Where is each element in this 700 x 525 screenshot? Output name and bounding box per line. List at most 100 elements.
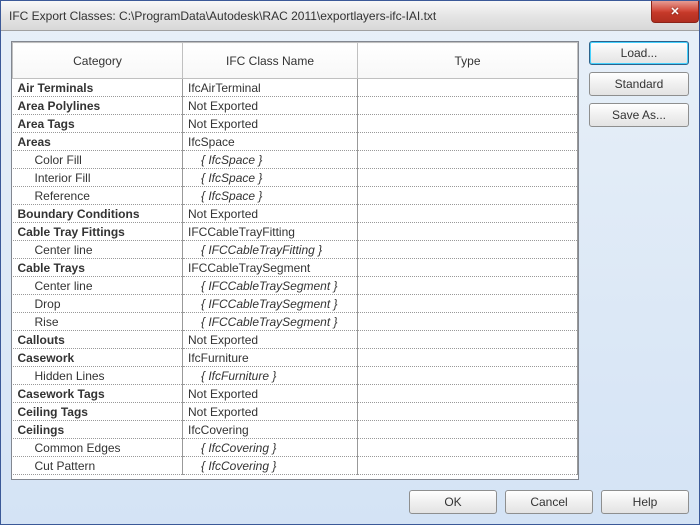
cell-ifcclass[interactable]: Not Exported: [183, 97, 358, 115]
load-button[interactable]: Load...: [589, 41, 689, 65]
cell-category[interactable]: Interior Fill: [13, 169, 183, 187]
cell-type[interactable]: [358, 259, 578, 277]
cell-ifcclass[interactable]: { IFCCableTraySegment }: [183, 313, 358, 331]
cell-ifcclass[interactable]: Not Exported: [183, 403, 358, 421]
cell-category[interactable]: Center line: [13, 241, 183, 259]
cell-type[interactable]: [358, 151, 578, 169]
table-row[interactable]: Color Fill{ IfcSpace }: [13, 151, 578, 169]
table-row[interactable]: Area PolylinesNot Exported: [13, 97, 578, 115]
close-button[interactable]: ✕: [651, 1, 699, 23]
cancel-button[interactable]: Cancel: [505, 490, 593, 514]
table-row[interactable]: Center line{ IFCCableTraySegment }: [13, 277, 578, 295]
cell-type[interactable]: [358, 439, 578, 457]
cell-type[interactable]: [358, 385, 578, 403]
cell-type[interactable]: [358, 205, 578, 223]
standard-button[interactable]: Standard: [589, 72, 689, 96]
table-row[interactable]: Interior Fill{ IfcSpace }: [13, 169, 578, 187]
cell-ifcclass[interactable]: { IfcSpace }: [183, 169, 358, 187]
cell-category[interactable]: Reference: [13, 187, 183, 205]
cell-category[interactable]: Ceilings: [13, 421, 183, 439]
cell-category[interactable]: Areas: [13, 133, 183, 151]
table-row[interactable]: Center line{ IFCCableTrayFitting }: [13, 241, 578, 259]
ok-button[interactable]: OK: [409, 490, 497, 514]
cell-ifcclass[interactable]: IFCCableTrayFitting: [183, 223, 358, 241]
cell-category[interactable]: Casework Tags: [13, 385, 183, 403]
cell-category[interactable]: Ceiling Tags: [13, 403, 183, 421]
cell-category[interactable]: Air Terminals: [13, 79, 183, 97]
cell-ifcclass[interactable]: IfcCovering: [183, 421, 358, 439]
table-scroll[interactable]: Category IFC Class Name Type Air Termina…: [12, 42, 578, 479]
cell-type[interactable]: [358, 457, 578, 475]
cell-ifcclass[interactable]: { IfcSpace }: [183, 187, 358, 205]
cell-category[interactable]: Callouts: [13, 331, 183, 349]
cell-category[interactable]: Area Polylines: [13, 97, 183, 115]
col-header-category[interactable]: Category: [13, 43, 183, 79]
cell-ifcclass[interactable]: Not Exported: [183, 205, 358, 223]
cell-type[interactable]: [358, 331, 578, 349]
table-row[interactable]: CeilingsIfcCovering: [13, 421, 578, 439]
cell-category[interactable]: Cable Trays: [13, 259, 183, 277]
cell-category[interactable]: Rise: [13, 313, 183, 331]
cell-ifcclass[interactable]: IfcFurniture: [183, 349, 358, 367]
cell-ifcclass[interactable]: { IFCCableTraySegment }: [183, 277, 358, 295]
cell-type[interactable]: [358, 403, 578, 421]
cell-type[interactable]: [358, 313, 578, 331]
table-row[interactable]: Drop{ IFCCableTraySegment }: [13, 295, 578, 313]
cell-category[interactable]: Casework: [13, 349, 183, 367]
cell-type[interactable]: [358, 79, 578, 97]
cell-ifcclass[interactable]: { IfcCovering }: [183, 439, 358, 457]
cell-type[interactable]: [358, 421, 578, 439]
table-row[interactable]: Ceiling TagsNot Exported: [13, 403, 578, 421]
cell-type[interactable]: [358, 349, 578, 367]
table-row[interactable]: AreasIfcSpace: [13, 133, 578, 151]
cell-type[interactable]: [358, 223, 578, 241]
table-row[interactable]: CaseworkIfcFurniture: [13, 349, 578, 367]
cell-type[interactable]: [358, 295, 578, 313]
cell-type[interactable]: [358, 241, 578, 259]
cell-ifcclass[interactable]: { IfcFurniture }: [183, 367, 358, 385]
cell-category[interactable]: Cut Pattern: [13, 457, 183, 475]
table-row[interactable]: Rise{ IFCCableTraySegment }: [13, 313, 578, 331]
cell-ifcclass[interactable]: { IfcSpace }: [183, 151, 358, 169]
table-row[interactable]: Casework TagsNot Exported: [13, 385, 578, 403]
cell-category[interactable]: Center line: [13, 277, 183, 295]
cell-ifcclass[interactable]: Not Exported: [183, 385, 358, 403]
cell-ifcclass[interactable]: Not Exported: [183, 331, 358, 349]
cell-category[interactable]: Drop: [13, 295, 183, 313]
titlebar[interactable]: IFC Export Classes: C:\ProgramData\Autod…: [1, 1, 699, 31]
cell-ifcclass[interactable]: IFCCableTraySegment: [183, 259, 358, 277]
table-row[interactable]: Air TerminalsIfcAirTerminal: [13, 79, 578, 97]
cell-category[interactable]: Common Edges: [13, 439, 183, 457]
cell-category[interactable]: Boundary Conditions: [13, 205, 183, 223]
cell-type[interactable]: [358, 367, 578, 385]
table-row[interactable]: Cable TraysIFCCableTraySegment: [13, 259, 578, 277]
cell-category[interactable]: Area Tags: [13, 115, 183, 133]
table-row[interactable]: Area TagsNot Exported: [13, 115, 578, 133]
table-row[interactable]: Hidden Lines{ IfcFurniture }: [13, 367, 578, 385]
table-row[interactable]: Common Edges{ IfcCovering }: [13, 439, 578, 457]
col-header-ifcclass[interactable]: IFC Class Name: [183, 43, 358, 79]
cell-category[interactable]: Color Fill: [13, 151, 183, 169]
cell-ifcclass[interactable]: IfcSpace: [183, 133, 358, 151]
table-row[interactable]: CalloutsNot Exported: [13, 331, 578, 349]
cell-category[interactable]: Cable Tray Fittings: [13, 223, 183, 241]
saveas-button[interactable]: Save As...: [589, 103, 689, 127]
cell-type[interactable]: [358, 187, 578, 205]
table-row[interactable]: Boundary ConditionsNot Exported: [13, 205, 578, 223]
col-header-type[interactable]: Type: [358, 43, 578, 79]
table-row[interactable]: Cable Tray FittingsIFCCableTrayFitting: [13, 223, 578, 241]
cell-ifcclass[interactable]: { IfcCovering }: [183, 457, 358, 475]
cell-type[interactable]: [358, 115, 578, 133]
help-button[interactable]: Help: [601, 490, 689, 514]
table-row[interactable]: Reference{ IfcSpace }: [13, 187, 578, 205]
table-row[interactable]: Cut Pattern{ IfcCovering }: [13, 457, 578, 475]
cell-ifcclass[interactable]: Not Exported: [183, 115, 358, 133]
cell-ifcclass[interactable]: IfcAirTerminal: [183, 79, 358, 97]
cell-ifcclass[interactable]: { IFCCableTrayFitting }: [183, 241, 358, 259]
cell-type[interactable]: [358, 97, 578, 115]
cell-type[interactable]: [358, 277, 578, 295]
cell-ifcclass[interactable]: { IFCCableTraySegment }: [183, 295, 358, 313]
cell-type[interactable]: [358, 169, 578, 187]
cell-type[interactable]: [358, 133, 578, 151]
cell-category[interactable]: Hidden Lines: [13, 367, 183, 385]
